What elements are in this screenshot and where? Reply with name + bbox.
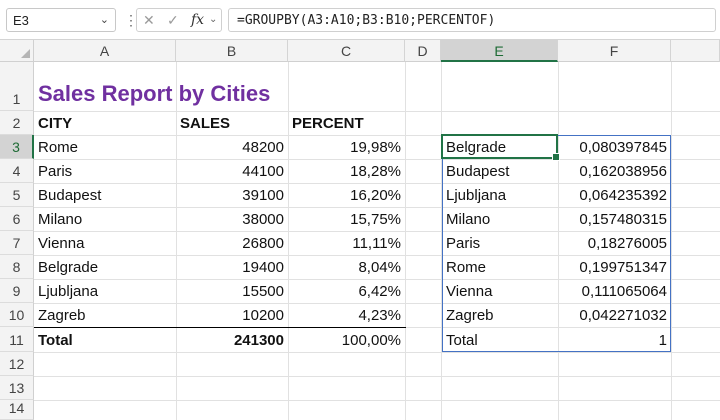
row-header-8[interactable]: 8 [0, 255, 34, 279]
cell-city[interactable]: Ljubljana [34, 279, 176, 303]
name-box[interactable]: E3 ⌄ [6, 8, 116, 32]
groupby-value[interactable]: 0,111065064 [558, 279, 671, 303]
cell-city[interactable]: Vienna [34, 231, 176, 255]
cell-sales[interactable]: 10200 [176, 303, 288, 327]
groupby-city[interactable]: Vienna [442, 279, 558, 303]
cell-percent[interactable]: 6,42% [288, 279, 405, 303]
row-header-10[interactable]: 10 [0, 303, 34, 327]
groupby-city[interactable]: Budapest [442, 159, 558, 183]
groupby-city[interactable]: Belgrade [442, 135, 558, 159]
groupby-city[interactable]: Ljubljana [442, 183, 558, 207]
cell-percent[interactable]: 8,04% [288, 255, 405, 279]
cell-percent[interactable]: 18,28% [288, 159, 405, 183]
cell-sales[interactable]: 38000 [176, 207, 288, 231]
groupby-value[interactable]: 0,080397845 [558, 135, 671, 159]
column-header-e[interactable]: E [441, 40, 558, 62]
cell-percent[interactable]: 16,20% [288, 183, 405, 207]
row-header-6[interactable]: 6 [0, 207, 34, 231]
row-header-12[interactable]: 12 [0, 352, 34, 376]
cell-city[interactable]: Rome [34, 135, 176, 159]
formula-input[interactable]: =GROUPBY(A3:A10;B3:B10;PERCENTOF) [228, 8, 716, 32]
row-header-5[interactable]: 5 [0, 183, 34, 207]
header-sales[interactable]: SALES [176, 111, 288, 135]
column-header-d[interactable]: D [405, 40, 441, 62]
check-icon[interactable]: ✓ [167, 12, 179, 29]
select-all-button[interactable] [0, 40, 34, 62]
chevron-down-icon[interactable]: ⌄ [209, 14, 217, 25]
gridline [34, 352, 720, 353]
groupby-total-label[interactable]: Total [442, 327, 558, 352]
cell-sales[interactable]: 26800 [176, 231, 288, 255]
cell-sales[interactable]: 44100 [176, 159, 288, 183]
cell-sales[interactable]: 39100 [176, 183, 288, 207]
cell-city[interactable]: Milano [34, 207, 176, 231]
formula-controls: ✕ ✓ fx ⌄ [136, 8, 222, 32]
row-header-2[interactable]: 2 [0, 111, 34, 135]
gridline [34, 400, 720, 401]
groupby-value[interactable]: 0,18276005 [558, 231, 671, 255]
gridline [34, 376, 720, 377]
row-header-14[interactable]: 14 [0, 400, 34, 420]
groupby-value[interactable]: 0,064235392 [558, 183, 671, 207]
fx-icon[interactable]: fx [191, 12, 204, 28]
total-sales[interactable]: 241300 [176, 327, 288, 352]
groupby-value[interactable]: 0,199751347 [558, 255, 671, 279]
cell-sales[interactable]: 15500 [176, 279, 288, 303]
column-header-f[interactable]: F [558, 40, 671, 62]
spreadsheet-grid[interactable]: A B C D E F 1 2 3 4 5 6 7 8 9 10 11 12 1… [0, 40, 720, 420]
groupby-total-value[interactable]: 1 [558, 327, 671, 352]
row-header-11[interactable]: 11 [0, 327, 34, 352]
row-header-4[interactable]: 4 [0, 159, 34, 183]
gridline [405, 62, 406, 420]
header-city[interactable]: CITY [34, 111, 176, 135]
cell-sales[interactable]: 19400 [176, 255, 288, 279]
column-header-g[interactable] [671, 40, 720, 62]
row-header-3[interactable]: 3 [0, 135, 34, 159]
column-header-b[interactable]: B [176, 40, 288, 62]
column-header-a[interactable]: A [34, 40, 176, 62]
gridline [671, 62, 672, 420]
row-header-1[interactable]: 1 [0, 62, 34, 111]
row-header-9[interactable]: 9 [0, 279, 34, 303]
more-options-icon[interactable]: ⋮ [124, 10, 138, 30]
report-title[interactable]: Sales Report by Cities [34, 62, 414, 111]
total-label[interactable]: Total [34, 327, 176, 352]
cell-city[interactable]: Zagreb [34, 303, 176, 327]
groupby-value[interactable]: 0,157480315 [558, 207, 671, 231]
formula-bar: E3 ⌄ ⋮ ✕ ✓ fx ⌄ =GROUPBY(A3:A10;B3:B10;P… [0, 0, 720, 40]
close-icon[interactable]: ✕ [143, 12, 155, 29]
name-box-value: E3 [13, 13, 29, 28]
cell-city[interactable]: Paris [34, 159, 176, 183]
cell-percent[interactable]: 19,98% [288, 135, 405, 159]
total-percent[interactable]: 100,00% [288, 327, 405, 352]
column-header-c[interactable]: C [288, 40, 405, 62]
cell-sales[interactable]: 48200 [176, 135, 288, 159]
chevron-down-icon[interactable]: ⌄ [100, 13, 109, 26]
row-header-7[interactable]: 7 [0, 231, 34, 255]
groupby-value[interactable]: 0,162038956 [558, 159, 671, 183]
groupby-city[interactable]: Milano [442, 207, 558, 231]
cell-city[interactable]: Belgrade [34, 255, 176, 279]
row-header-13[interactable]: 13 [0, 376, 34, 400]
header-percent[interactable]: PERCENT [288, 111, 405, 135]
cell-percent[interactable]: 15,75% [288, 207, 405, 231]
groupby-value[interactable]: 0,042271032 [558, 303, 671, 327]
groupby-city[interactable]: Rome [442, 255, 558, 279]
groupby-city[interactable]: Zagreb [442, 303, 558, 327]
cell-percent[interactable]: 11,11% [288, 231, 405, 255]
cell-city[interactable]: Budapest [34, 183, 176, 207]
cell-percent[interactable]: 4,23% [288, 303, 405, 327]
groupby-city[interactable]: Paris [442, 231, 558, 255]
